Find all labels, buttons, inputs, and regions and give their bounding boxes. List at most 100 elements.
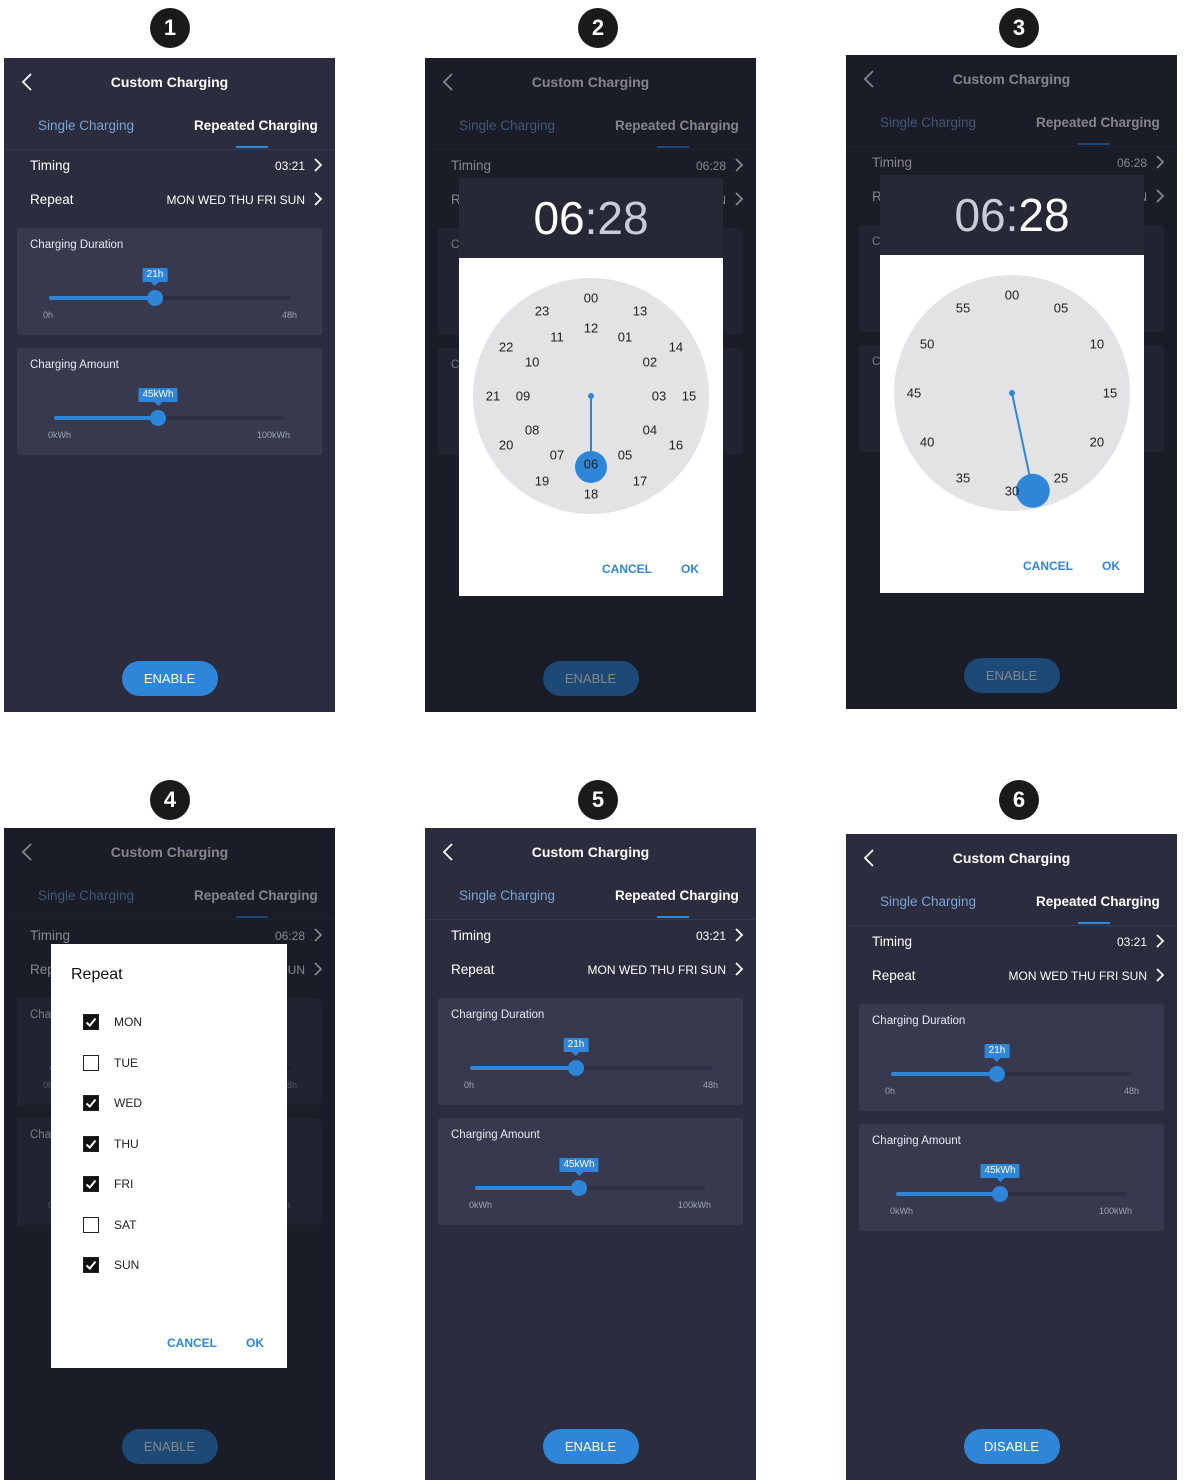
hour-display[interactable]: 06: [954, 189, 1005, 241]
checkbox[interactable]: [83, 1095, 99, 1111]
amount-max-label: 100kWh: [256, 430, 290, 440]
clock-number[interactable]: 22: [499, 340, 513, 355]
ok-button[interactable]: OK: [1102, 559, 1120, 573]
amount-slider-fill: [54, 416, 158, 420]
time-separator: :: [1005, 189, 1019, 241]
tab-single-charging[interactable]: Single Charging: [459, 888, 555, 903]
checkbox[interactable]: [83, 1216, 99, 1233]
check-icon: [85, 1017, 97, 1027]
clock-number[interactable]: 09: [516, 389, 530, 404]
clock-number[interactable]: 03: [652, 389, 666, 404]
minute-display[interactable]: 28: [1018, 189, 1069, 241]
day-label: SUN: [114, 1258, 140, 1272]
clock-number[interactable]: 19: [535, 473, 549, 488]
amount-card: Charging Amount 45kWh 0kWh 100kWh: [17, 348, 322, 455]
tab-single-charging[interactable]: Single Charging: [880, 894, 976, 909]
amount-slider-fill: [896, 1192, 1000, 1196]
chevron-right-icon: [734, 962, 744, 976]
clock-number[interactable]: 12: [584, 321, 598, 336]
cancel-button[interactable]: CANCEL: [1023, 559, 1073, 573]
clock-number[interactable]: 07: [550, 447, 564, 462]
minute-display[interactable]: 28: [597, 192, 648, 244]
clock-number[interactable]: 45: [907, 386, 921, 401]
tab-single-charging[interactable]: Single Charging: [38, 118, 134, 133]
tab-repeated-charging[interactable]: Repeated Charging: [194, 118, 318, 133]
duration-slider[interactable]: 21h 0h 48h: [43, 268, 297, 320]
amount-slider[interactable]: 45kWh 0kWh 100kWh: [890, 1164, 1132, 1216]
clock-number[interactable]: 17: [633, 473, 647, 488]
enable-button[interactable]: ENABLE: [542, 1429, 639, 1464]
duration-max-label: 48h: [1123, 1086, 1139, 1096]
clock-number[interactable]: 10: [525, 355, 539, 370]
clock-number[interactable]: 30: [1005, 484, 1019, 499]
duration-card: Charging Duration 21h 0h 48h: [17, 228, 322, 335]
duration-label: Charging Duration: [30, 239, 124, 251]
clock-number[interactable]: 08: [525, 423, 539, 438]
clock-number[interactable]: 04: [643, 423, 657, 438]
clock-number[interactable]: 02: [643, 355, 657, 370]
amount-card: Charging Amount 45kWh 0kWh 100kWh: [438, 1118, 743, 1225]
amount-slider-handle[interactable]: [992, 1186, 1008, 1202]
checkbox[interactable]: [83, 1135, 99, 1152]
timing-value: 03:21: [274, 159, 305, 173]
clock-number[interactable]: 50: [920, 337, 934, 352]
duration-slider-handle[interactable]: [568, 1060, 584, 1076]
clock-number[interactable]: 15: [1103, 386, 1117, 401]
hour-display[interactable]: 06: [533, 192, 584, 244]
cancel-button[interactable]: CANCEL: [602, 562, 652, 576]
step-badge-2: 2: [578, 8, 618, 48]
duration-slider[interactable]: 21h 0h 48h: [464, 1038, 718, 1090]
clock-number[interactable]: 11: [550, 330, 564, 345]
clock-number[interactable]: 16: [669, 438, 683, 453]
duration-slider-handle[interactable]: [147, 290, 163, 306]
time-picker-dialog: 06:28 00 05 10 15 20 25 30 35 40 45 50 55 CANCEL OK: [880, 175, 1144, 593]
amount-slider-handle[interactable]: [150, 410, 166, 426]
day-label: TUE: [114, 1055, 138, 1070]
clock-number[interactable]: 15: [682, 389, 696, 404]
clock-number[interactable]: 23: [535, 304, 549, 319]
amount-label: Charging Amount: [872, 1135, 961, 1147]
clock-number[interactable]: 00: [584, 291, 598, 306]
checkbox[interactable]: [83, 1014, 99, 1030]
clock-number[interactable]: 18: [584, 487, 598, 502]
chevron-right-icon: [1155, 968, 1165, 982]
clock-number[interactable]: 21: [486, 389, 500, 404]
disable-button[interactable]: DISABLE: [963, 1429, 1060, 1464]
day-label: FRI: [114, 1177, 134, 1191]
clock-number[interactable]: 05: [1054, 301, 1068, 316]
tab-repeated-charging[interactable]: Repeated Charging: [615, 888, 739, 903]
ok-button[interactable]: OK: [681, 562, 699, 576]
amount-slider[interactable]: 45kWh 0kWh 100kWh: [469, 1158, 711, 1210]
clock-number[interactable]: 10: [1090, 337, 1104, 352]
clock-number[interactable]: 55: [956, 301, 970, 316]
tab-repeated-charging[interactable]: Repeated Charging: [1036, 894, 1160, 909]
checkbox[interactable]: [83, 1054, 99, 1071]
clock-number[interactable]: 25: [1054, 470, 1068, 485]
cancel-button[interactable]: CANCEL: [167, 1336, 217, 1350]
app-header: Custom Charging: [425, 828, 756, 878]
clock-number[interactable]: 00: [1005, 288, 1019, 303]
check-icon: [85, 1179, 97, 1189]
timing-label: Timing: [872, 934, 913, 949]
ok-button[interactable]: OK: [246, 1336, 264, 1350]
enable-button[interactable]: ENABLE: [121, 661, 218, 696]
amount-slider-fill: [475, 1186, 579, 1190]
clock-number[interactable]: 20: [1090, 435, 1104, 450]
duration-slider-handle[interactable]: [989, 1066, 1005, 1082]
duration-slider[interactable]: 21h 0h 48h: [885, 1044, 1139, 1096]
chevron-right-icon: [734, 928, 744, 942]
clock-number[interactable]: 40: [920, 435, 934, 450]
clock-number[interactable]: 06: [584, 457, 598, 472]
amount-slider-handle[interactable]: [571, 1180, 587, 1196]
page-title: Custom Charging: [110, 74, 229, 90]
amount-value-tooltip: 45kWh: [559, 1158, 599, 1176]
clock-number[interactable]: 01: [618, 330, 632, 345]
clock-number[interactable]: 05: [618, 447, 632, 462]
checkbox[interactable]: [83, 1257, 99, 1273]
checkbox[interactable]: [83, 1176, 99, 1192]
amount-slider[interactable]: 45kWh 0kWh 100kWh: [48, 388, 290, 440]
clock-number[interactable]: 13: [633, 304, 647, 319]
clock-number[interactable]: 14: [669, 340, 683, 355]
clock-number[interactable]: 35: [956, 470, 970, 485]
clock-number[interactable]: 20: [499, 438, 513, 453]
